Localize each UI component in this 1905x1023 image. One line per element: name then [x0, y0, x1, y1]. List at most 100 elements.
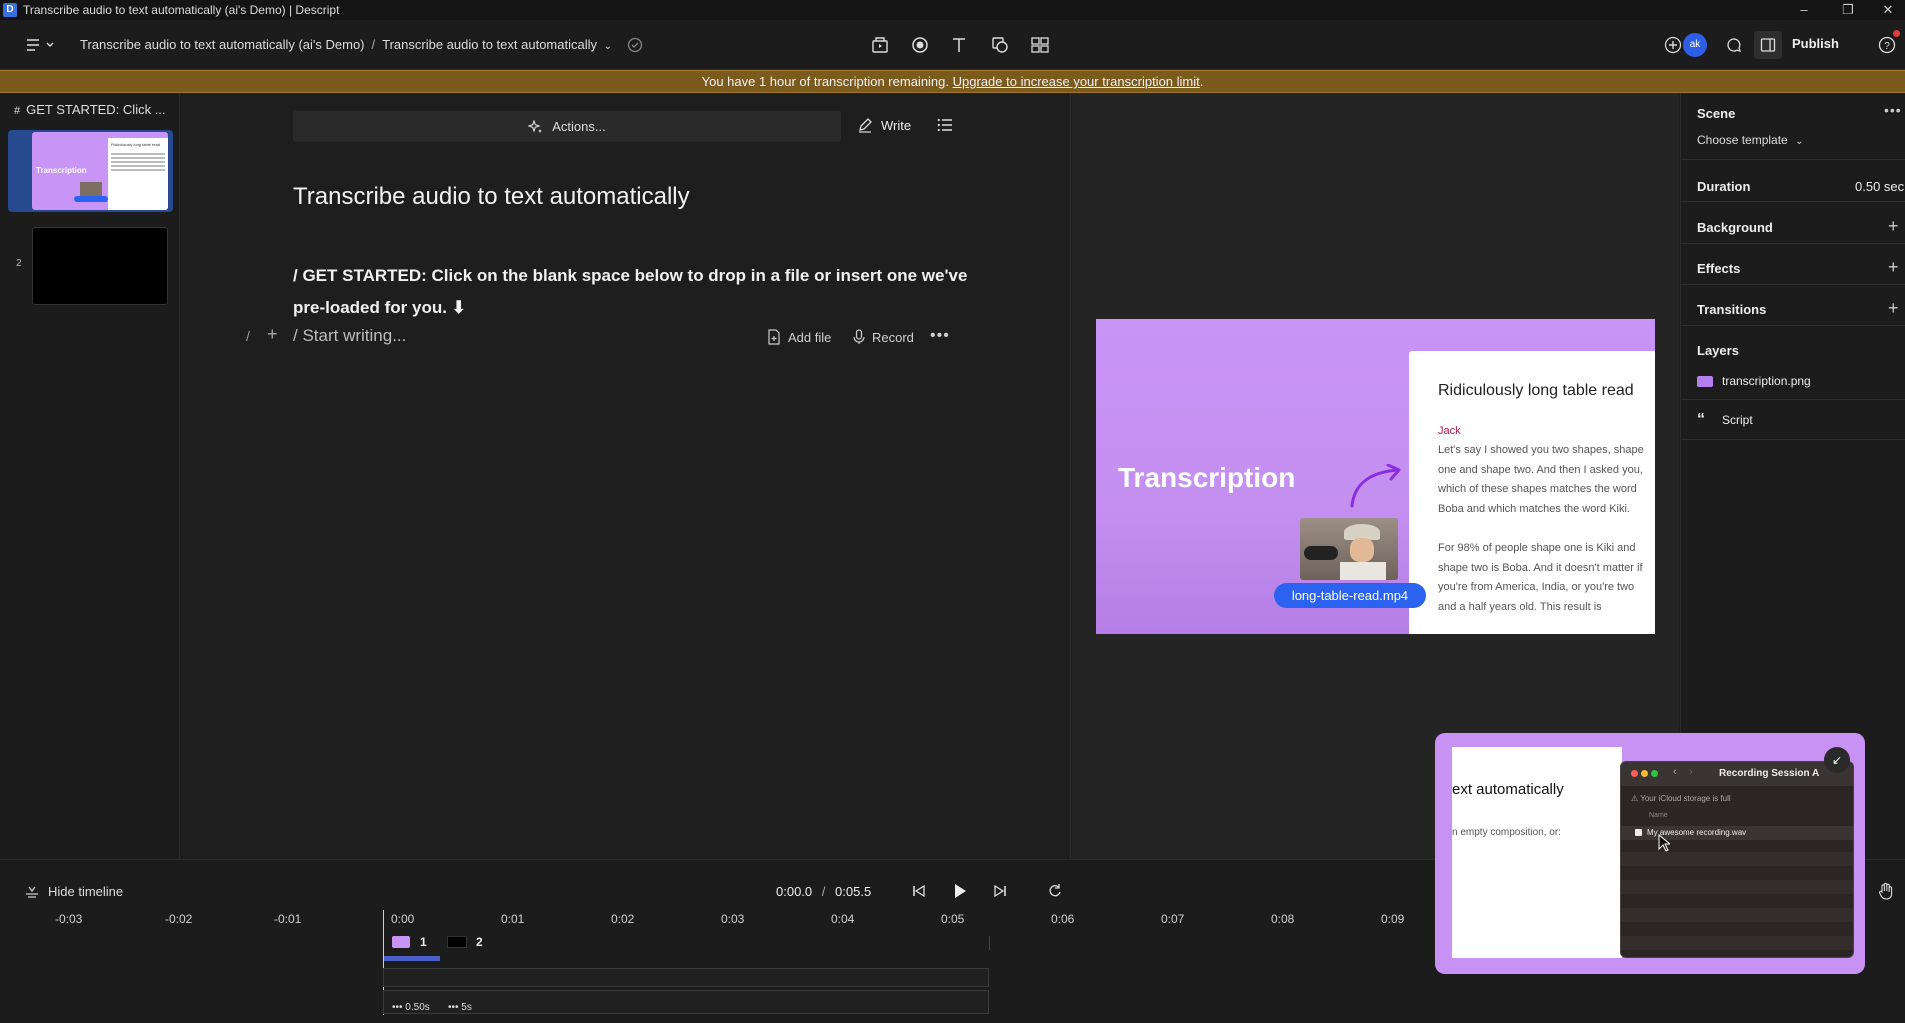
card-heading: Ridiculously long table read	[1438, 382, 1634, 399]
transcript-card[interactable]: Ridiculously long table read Jack Let's …	[1409, 351, 1655, 634]
record-icon[interactable]	[906, 31, 934, 59]
skip-forward-icon[interactable]	[993, 884, 1007, 898]
outline-list-icon[interactable]	[937, 118, 953, 132]
close-icon[interactable]: ✕	[1870, 0, 1905, 20]
publish-button[interactable]: Publish	[1792, 36, 1839, 51]
hide-timeline-icon	[26, 886, 38, 898]
scenes-panel: #GET STARTED: Click ... 1 Transcription …	[0, 93, 180, 859]
properties-panel-toggle-icon[interactable]	[1754, 31, 1782, 59]
divider	[1681, 439, 1905, 440]
scene-1-marker-thumb	[392, 936, 410, 948]
window-title: Transcribe audio to text automatically (…	[23, 3, 340, 17]
scene-thumbnail-1[interactable]: Transcription Ridiculously long table re…	[32, 132, 168, 210]
scene-marker-1[interactable]: 1	[420, 935, 427, 949]
text-icon[interactable]	[945, 31, 973, 59]
storage-warning: ⚠ Your iCloud storage is full	[1631, 794, 1731, 803]
hand-tool-icon[interactable]	[1878, 882, 1894, 900]
divider	[1681, 399, 1905, 400]
start-writing-placeholder[interactable]: / Start writing...	[293, 326, 406, 346]
time-tick: 0:07	[1161, 912, 1185, 926]
time-separator: /	[821, 884, 826, 899]
add-background-icon[interactable]: +	[1888, 216, 1899, 237]
overlay-finder-window: ‹ › Recording Session A ⚠ Your iCloud st…	[1620, 761, 1854, 958]
record-button[interactable]: Record	[853, 329, 914, 345]
hash-icon: #	[14, 105, 21, 117]
floating-preview[interactable]: ext automatically n empty composition, o…	[1435, 733, 1865, 974]
clip-filename-label[interactable]: long-table-read.mp4	[1274, 583, 1426, 608]
mouse-cursor-icon	[1658, 834, 1670, 852]
shapes-icon[interactable]	[986, 31, 1014, 59]
video-clip-thumbnail[interactable]	[1300, 518, 1398, 580]
collapse-icon[interactable]: ↙	[1824, 747, 1850, 773]
sparkle-icon	[528, 119, 543, 133]
curved-arrow-icon	[1350, 464, 1401, 508]
upgrade-link[interactable]: Upgrade to increase your transcription l…	[953, 74, 1200, 89]
current-time: 0:00.0	[776, 884, 813, 899]
play-icon[interactable]	[952, 882, 968, 900]
layer-item[interactable]: transcription.png	[1681, 365, 1905, 397]
breadcrumb-separator: /	[371, 37, 376, 52]
duration-gap[interactable]: ••• 0.50s	[392, 1002, 430, 1013]
loop-icon[interactable]	[1047, 883, 1063, 899]
card-paragraph-2: For 98% of people shape one is Kiki and …	[1438, 542, 1643, 613]
menu-icon[interactable]	[22, 31, 58, 59]
script-paragraph[interactable]: / GET STARTED: Click on the blank space …	[293, 260, 983, 324]
file-icon	[1635, 829, 1642, 836]
add-file-button[interactable]: Add file	[767, 329, 831, 345]
scene-group-header[interactable]: # GET STARTED: Click ...	[14, 102, 166, 117]
scene-thumbnail-2[interactable]	[32, 227, 168, 305]
add-transition-icon[interactable]: +	[1888, 298, 1899, 319]
grid-layout-icon[interactable]	[1026, 31, 1054, 59]
banner-end: .	[1199, 74, 1204, 89]
time-tick: -0:01	[274, 912, 302, 926]
media-library-icon[interactable]	[866, 31, 894, 59]
overlay-doc-sub: n empty composition, or:	[1452, 827, 1561, 838]
add-block-icon[interactable]: +	[267, 324, 278, 345]
hide-timeline-label: Hide timeline	[48, 884, 124, 899]
slash-command-hint[interactable]: /	[246, 328, 250, 344]
minimize-dot	[1641, 770, 1648, 777]
finder-title: Recording Session A	[1719, 768, 1820, 779]
timeline-track[interactable]	[383, 990, 989, 1014]
avatar[interactable]: ak	[1683, 33, 1707, 57]
layer-item[interactable]: “ Script	[1681, 404, 1905, 436]
layer-name: transcription.png	[1722, 374, 1811, 388]
window-title-bar: D Transcribe audio to text automatically…	[0, 0, 1905, 20]
scene-preview[interactable]: Transcription Ridiculously long table re…	[1096, 319, 1655, 634]
comments-icon[interactable]	[1720, 31, 1748, 59]
choose-template-dropdown[interactable]: Choose template ⌄	[1697, 133, 1803, 147]
restore-icon[interactable]: ❐	[1830, 0, 1866, 20]
layer-name: Script	[1722, 413, 1753, 427]
breadcrumb-project[interactable]: Transcribe audio to text automatically (…	[80, 37, 365, 52]
minimize-icon[interactable]: –	[1786, 0, 1822, 20]
scene-2-marker-thumb	[447, 936, 467, 948]
microphone-shape	[1304, 546, 1338, 560]
duration-gap[interactable]: ••• 5s	[448, 1002, 472, 1013]
breadcrumb: Transcribe audio to text automatically (…	[80, 37, 612, 52]
duration-value[interactable]: 0.50 sec	[1855, 179, 1904, 194]
preview-title[interactable]: Transcription	[1118, 462, 1295, 494]
timecode: 0:00.0 / 0:05.5	[776, 884, 871, 899]
gap-duration: 5s	[461, 1002, 472, 1013]
descript-app-icon: D	[3, 3, 17, 17]
breadcrumb-composition[interactable]: Transcribe audio to text automatically	[382, 37, 597, 52]
timeline-track[interactable]	[383, 968, 989, 987]
face-shape	[1350, 538, 1374, 562]
hide-timeline-button[interactable]: Hide timeline	[25, 884, 123, 899]
scene-more-icon[interactable]: •••	[1884, 102, 1902, 118]
divider	[1681, 284, 1905, 285]
more-options-icon[interactable]: •••	[930, 327, 950, 345]
image-icon	[1697, 375, 1713, 387]
write-button[interactable]: Write	[857, 117, 911, 133]
notification-dot	[1893, 30, 1900, 37]
add-effect-icon[interactable]: +	[1888, 257, 1899, 278]
duration-label: Duration	[1697, 179, 1751, 194]
effects-label: Effects	[1697, 261, 1741, 276]
scene-marker-2[interactable]: 2	[476, 935, 483, 949]
actions-button[interactable]: Actions...	[293, 111, 841, 142]
composition-title[interactable]: Transcribe audio to text automatically	[293, 183, 690, 211]
chevron-down-icon[interactable]: ⌄	[604, 41, 612, 52]
skip-back-icon[interactable]	[912, 884, 926, 898]
time-tick: 0:04	[831, 912, 855, 926]
time-tick: 0:05	[941, 912, 965, 926]
